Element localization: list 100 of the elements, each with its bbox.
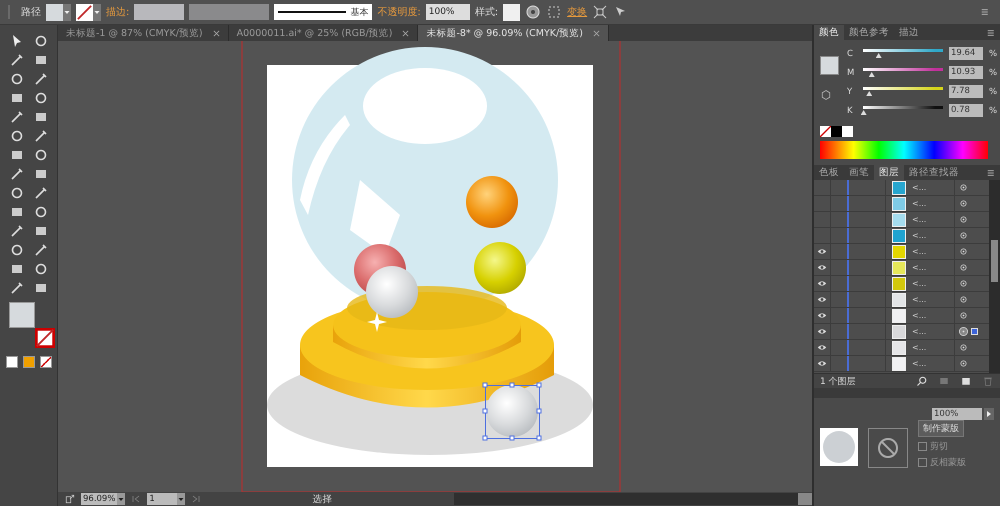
layer-row[interactable]: <...	[814, 276, 989, 292]
stroke-label[interactable]: 描边:	[106, 5, 130, 19]
layer-row[interactable]: <...	[814, 340, 989, 356]
layer-name[interactable]: <...	[906, 199, 954, 208]
tool-icon[interactable]	[32, 147, 48, 163]
target-icon[interactable]	[959, 327, 968, 336]
target-icon[interactable]	[959, 343, 968, 352]
layer-row[interactable]: <...	[814, 356, 989, 372]
stroke-profile-field[interactable]: 基本	[274, 4, 372, 20]
horizontal-scrollbar[interactable]	[454, 493, 812, 505]
channel-value-field[interactable]: 7.78	[949, 85, 983, 98]
none-swatch[interactable]	[820, 126, 831, 137]
tool-icon[interactable]	[32, 261, 48, 277]
document-tab[interactable]: 未标题-1 @ 87% (CMYK/预览)	[58, 25, 229, 41]
channel-value-field[interactable]: 0.78	[949, 104, 983, 117]
tool-icon[interactable]	[32, 33, 48, 49]
stroke-weight-field[interactable]	[134, 4, 184, 20]
tool-icon[interactable]	[8, 109, 24, 125]
layer-name[interactable]: <...	[906, 295, 954, 304]
panel-tab[interactable]: 图层	[874, 165, 904, 180]
color-slider[interactable]	[863, 87, 943, 96]
channel-value-field[interactable]: 10.93	[949, 66, 983, 79]
target-icon[interactable]	[959, 199, 968, 208]
target-icon[interactable]	[959, 311, 968, 320]
layer-name[interactable]: <...	[906, 247, 954, 256]
close-icon[interactable]	[212, 30, 220, 36]
close-icon[interactable]	[592, 30, 600, 36]
layer-row[interactable]: <...	[814, 180, 989, 196]
color-mode-icon[interactable]	[6, 356, 18, 368]
layer-row[interactable]: <...	[814, 196, 989, 212]
isolate-icon[interactable]	[592, 4, 608, 20]
eye-icon[interactable]	[817, 280, 827, 287]
target-icon[interactable]	[959, 359, 968, 368]
target-icon[interactable]	[959, 215, 968, 224]
panel-tab[interactable]: 颜色	[814, 25, 844, 40]
layer-row[interactable]: <...	[814, 244, 989, 260]
tool-icon[interactable]	[8, 223, 24, 239]
align-icon[interactable]	[546, 4, 562, 20]
opacity-field[interactable]: 100%	[426, 4, 470, 20]
color-swatch[interactable]	[842, 126, 853, 137]
layer-name[interactable]: <...	[906, 311, 954, 320]
tool-icon[interactable]	[8, 185, 24, 201]
layer-name[interactable]: <...	[906, 359, 954, 368]
fill-swatch[interactable]	[46, 4, 63, 20]
none-mode-icon[interactable]	[40, 356, 52, 368]
layers-scrollbar[interactable]	[989, 180, 1000, 373]
color-slider[interactable]	[863, 106, 943, 115]
make-mask-button[interactable]: 制作蒙版	[918, 420, 964, 437]
layer-row[interactable]: <...	[814, 292, 989, 308]
layer-name[interactable]: <...	[906, 279, 954, 288]
fill-color-swatch[interactable]	[820, 56, 839, 75]
layer-name[interactable]: <...	[906, 231, 954, 240]
target-icon[interactable]	[959, 183, 968, 192]
layer-name[interactable]: <...	[906, 343, 954, 352]
tool-icon[interactable]	[32, 128, 48, 144]
layer-row[interactable]: <...	[814, 308, 989, 324]
target-icon[interactable]	[959, 263, 968, 272]
transform-link[interactable]: 变换	[567, 5, 588, 19]
panel-tab[interactable]: 描边	[894, 25, 924, 40]
style-swatch[interactable]	[503, 4, 520, 20]
tool-icon[interactable]	[32, 185, 48, 201]
search-icon[interactable]	[916, 375, 928, 387]
target-icon[interactable]	[959, 231, 968, 240]
eye-icon[interactable]	[817, 248, 827, 255]
last-page-icon[interactable]	[190, 493, 202, 505]
eye-icon[interactable]	[817, 312, 827, 319]
eye-icon[interactable]	[817, 264, 827, 271]
panel-tab[interactable]: 路径查找器	[904, 165, 964, 180]
layer-row[interactable]: <...	[814, 212, 989, 228]
color-spectrum[interactable]	[820, 141, 988, 159]
flyout-arrow-icon[interactable]	[984, 408, 994, 420]
layer-row[interactable]: <...	[814, 260, 989, 276]
tool-icon[interactable]	[32, 71, 48, 87]
eye-icon[interactable]	[817, 344, 827, 351]
clip-checkbox[interactable]: 剪切	[918, 440, 948, 453]
recolor-icon[interactable]	[525, 4, 542, 20]
tool-icon[interactable]	[8, 71, 24, 87]
fill-color-swatch[interactable]	[8, 302, 34, 328]
color-slider[interactable]	[863, 68, 943, 77]
tool-icon[interactable]	[8, 52, 24, 68]
tool-icon[interactable]	[32, 90, 48, 106]
layer-name[interactable]: <...	[906, 183, 954, 192]
page-field[interactable]: 1	[147, 493, 178, 505]
stroke-color-swatch[interactable]	[34, 328, 54, 348]
layer-name[interactable]: <...	[906, 263, 954, 272]
eye-icon[interactable]	[817, 328, 827, 335]
tool-icon[interactable]	[8, 166, 24, 182]
layer-row[interactable]: <...	[814, 228, 989, 244]
close-icon[interactable]	[402, 30, 410, 36]
gradient-mode-icon[interactable]	[22, 356, 34, 368]
stroke-none-swatch[interactable]	[76, 4, 93, 20]
channel-value-field[interactable]: 19.64	[949, 47, 983, 60]
tool-icon[interactable]	[32, 242, 48, 258]
color-slider[interactable]	[863, 49, 943, 58]
panel-tab[interactable]: 颜色参考	[844, 25, 894, 40]
color-swatch[interactable]	[831, 126, 842, 137]
tool-icon[interactable]	[32, 204, 48, 220]
invert-mask-checkbox[interactable]: 反相蒙版	[918, 456, 966, 469]
layer-name[interactable]: <...	[906, 215, 954, 224]
export-icon[interactable]	[64, 493, 76, 505]
